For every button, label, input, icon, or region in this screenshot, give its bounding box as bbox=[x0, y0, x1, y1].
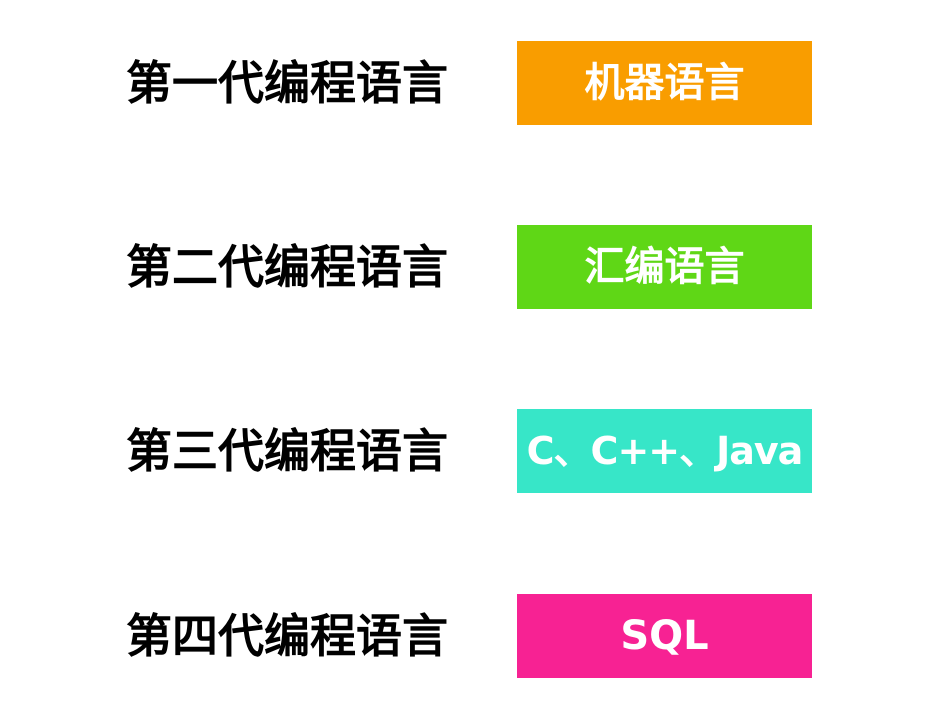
generation-row-2: 第二代编程语言 汇编语言 bbox=[0, 225, 928, 309]
language-box: C、C++、Java bbox=[517, 409, 812, 493]
generation-label: 第三代编程语言 bbox=[126, 424, 448, 478]
generation-row-3: 第三代编程语言 C、C++、Java bbox=[0, 409, 928, 493]
language-box: 汇编语言 bbox=[517, 225, 812, 309]
language-box: 机器语言 bbox=[517, 41, 812, 125]
generation-row-1: 第一代编程语言 机器语言 bbox=[0, 41, 928, 125]
generation-label: 第一代编程语言 bbox=[126, 56, 448, 110]
language-box: SQL bbox=[517, 594, 812, 678]
generation-label: 第四代编程语言 bbox=[126, 609, 448, 663]
generation-label: 第二代编程语言 bbox=[126, 240, 448, 294]
generation-row-4: 第四代编程语言 SQL bbox=[0, 594, 928, 678]
diagram-canvas: 第一代编程语言 机器语言 第二代编程语言 汇编语言 第三代编程语言 C、C++、… bbox=[0, 0, 928, 702]
